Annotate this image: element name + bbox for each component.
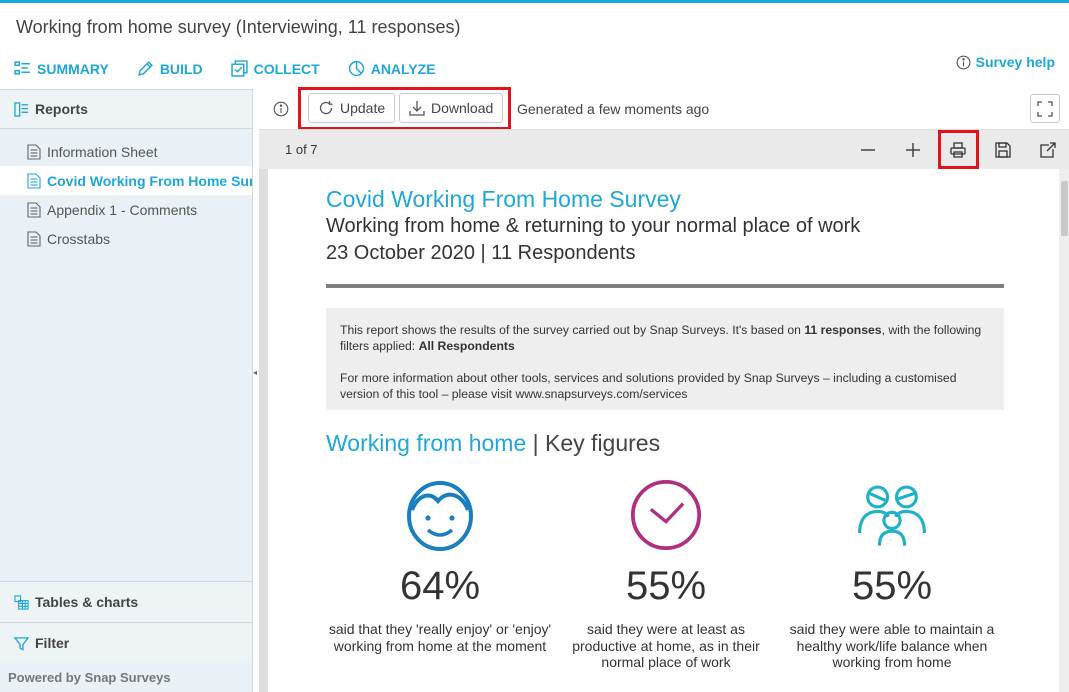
pencil-icon	[137, 61, 153, 76]
zoom-out-button[interactable]	[858, 140, 878, 160]
info-paragraph-2: For more information about other tools, …	[340, 371, 957, 401]
report-item-appendix-comments[interactable]: Appendix 1 - Comments	[0, 195, 252, 224]
report-title: Covid Working From Home Survey	[326, 186, 681, 212]
update-button[interactable]: Update	[308, 93, 396, 123]
nav-collect[interactable]: COLLECT	[230, 60, 320, 77]
info-filter: All Respondents	[418, 339, 515, 353]
analyze-icon	[348, 60, 364, 77]
reports-header-label: Reports	[35, 101, 88, 117]
main-nav: SUMMARY BUILD COLLECT ANALYZE	[14, 60, 436, 77]
viewer-toolbar: 1 of 7	[259, 129, 1069, 169]
viewer-scroll-thumb[interactable]	[1061, 181, 1068, 236]
key-figure-percent: 55%	[625, 564, 707, 608]
generated-status: Generated a few moments ago	[517, 101, 710, 117]
minus-icon	[861, 149, 875, 151]
section-title: Working from home | Key figures	[326, 430, 660, 457]
report-item-label: Covid Working From Home Survey	[47, 172, 252, 189]
key-figure-percent: 55%	[851, 564, 933, 608]
document-icon	[27, 201, 41, 218]
report-item-label: Information Sheet	[47, 143, 158, 160]
key-figure-productive: 55% said they were at least as productiv…	[553, 477, 779, 671]
divider	[326, 284, 1004, 288]
report-subtitle: Working from home & returning to your no…	[326, 215, 861, 237]
reports-header[interactable]: Reports	[0, 90, 252, 129]
document-viewer[interactable]: Covid Working From Home Survey Working f…	[259, 169, 1069, 692]
section-title-sep: |	[526, 430, 546, 456]
nav-build-label: BUILD	[159, 60, 203, 77]
report-item-covid-survey[interactable]: Covid Working From Home Survey	[0, 166, 252, 195]
collect-icon	[230, 60, 248, 77]
survey-help-label: Survey help	[975, 54, 1055, 70]
key-figure-balance: 55% said they were able to maintain a he…	[779, 477, 1005, 671]
filter-label: Filter	[35, 635, 70, 651]
download-button[interactable]: Download	[399, 93, 504, 123]
key-figure-percent: 64%	[399, 564, 481, 608]
external-link-icon	[1040, 142, 1056, 158]
nav-analyze[interactable]: ANALYZE	[348, 60, 436, 77]
filter-section[interactable]: Filter	[0, 622, 252, 663]
nav-summary[interactable]: SUMMARY	[14, 60, 109, 77]
report-list: Information Sheet Covid Working From Hom…	[0, 129, 252, 253]
family-icon	[858, 485, 926, 546]
powered-by: Powered by Snap Surveys	[8, 670, 171, 685]
document-icon	[27, 172, 41, 189]
viewer-scrollbar[interactable]	[1059, 169, 1069, 692]
key-figure-enjoy: 64% said that they 'really enjoy' or 'en…	[327, 477, 553, 654]
plus-icon	[906, 143, 920, 157]
download-icon	[409, 101, 425, 116]
survey-help-link[interactable]: Survey help	[956, 54, 1055, 70]
info-icon[interactable]	[273, 101, 289, 117]
report-item-crosstabs[interactable]: Crosstabs	[0, 224, 252, 253]
window-title: Working from home survey (Interviewing, …	[16, 17, 461, 37]
clock-icon	[630, 479, 702, 551]
document-icon	[27, 230, 41, 247]
sidebar: Reports Information Sheet Covid Working …	[0, 89, 253, 692]
report-info-box: This report shows the results of the sur…	[326, 308, 1004, 410]
open-external-button[interactable]	[1038, 140, 1058, 160]
save-button[interactable]	[993, 140, 1013, 160]
nav-collect-label: COLLECT	[253, 60, 320, 77]
section-title-blue: Working from home	[326, 430, 527, 456]
printer-icon	[950, 142, 966, 158]
document-icon	[27, 143, 41, 160]
top-accent-bar	[0, 0, 1069, 3]
summary-icon	[14, 61, 30, 75]
refresh-icon	[319, 101, 333, 115]
report-item-label: Appendix 1 - Comments	[47, 201, 198, 218]
tables-charts-section[interactable]: Tables & charts	[0, 581, 252, 622]
report-date-line: 23 October 2020 | 11 Respondents	[326, 242, 636, 264]
report-page: Covid Working From Home Survey Working f…	[268, 169, 1059, 692]
sidebar-collapse-handle[interactable]: ◂	[253, 368, 257, 377]
reports-icon	[14, 101, 29, 117]
info-text: This report shows the results of the sur…	[340, 323, 805, 337]
key-figure-text: said they were able to maintain a health…	[789, 621, 995, 670]
tables-charts-icon	[14, 594, 29, 610]
update-label: Update	[340, 100, 386, 116]
report-toolbar: Update Download Generated a few moments …	[259, 89, 1069, 129]
print-button[interactable]	[948, 140, 968, 160]
key-figure-text: said that they 'really enjoy' or 'enjoy'…	[328, 621, 552, 654]
nav-summary-label: SUMMARY	[37, 60, 109, 77]
info-circle-icon	[956, 55, 971, 69]
fullscreen-button[interactable]	[1030, 94, 1060, 123]
nav-build[interactable]: BUILD	[137, 60, 203, 77]
report-item-information-sheet[interactable]: Information Sheet	[0, 137, 252, 166]
filter-icon	[14, 636, 29, 651]
page-indicator: 1 of 7	[285, 142, 318, 157]
report-item-label: Crosstabs	[47, 230, 111, 247]
zoom-in-button[interactable]	[903, 140, 923, 160]
key-figure-text: said they were at least as productive at…	[572, 621, 760, 670]
info-paragraph-1: This report shows the results of the sur…	[340, 322, 990, 354]
info-responses: 11 responses	[804, 323, 882, 337]
tables-charts-label: Tables & charts	[35, 594, 139, 610]
smiley-face-icon	[407, 481, 473, 551]
nav-analyze-label: ANALYZE	[370, 60, 436, 77]
fullscreen-icon	[1037, 100, 1053, 117]
section-title-dark: Key figures	[545, 430, 661, 456]
download-label: Download	[431, 100, 494, 116]
save-icon	[995, 142, 1011, 158]
